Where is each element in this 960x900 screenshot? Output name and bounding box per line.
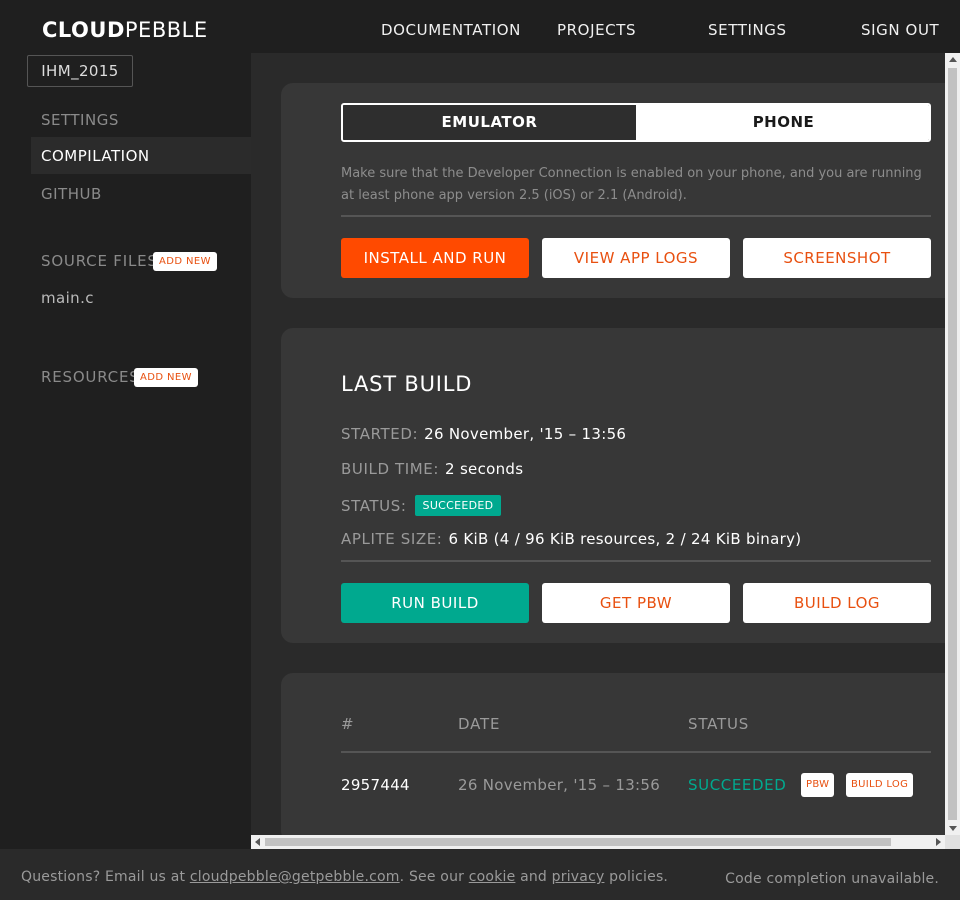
compilation-main[interactable]: EMULATOR PHONE Make sure that the Develo… bbox=[251, 53, 945, 835]
table-divider bbox=[341, 751, 931, 753]
build-started-row: STARTED: 26 November, '15 – 13:56 bbox=[341, 425, 627, 443]
row-build-log-button[interactable]: BUILD LOG bbox=[846, 773, 914, 797]
nav-documentation[interactable]: DOCUMENTATION bbox=[381, 21, 521, 39]
top-navbar: CLOUDPEBBLE DOCUMENTATION PROJECTS SETTI… bbox=[0, 0, 960, 56]
nav-settings[interactable]: SETTINGS bbox=[708, 21, 787, 39]
vertical-scrollbar[interactable] bbox=[945, 53, 960, 835]
add-source-file-button[interactable]: ADD NEW bbox=[153, 252, 217, 271]
sidebar-item-settings[interactable]: SETTINGS bbox=[41, 111, 119, 129]
status-badge: SUCCEEDED bbox=[414, 495, 502, 516]
build-date: 26 November, '15 – 13:56 bbox=[458, 776, 661, 794]
source-files-heading: SOURCE FILES bbox=[41, 252, 158, 270]
screenshot-button[interactable]: SCREENSHOT bbox=[743, 238, 931, 278]
support-email-link[interactable]: cloudpebble@getpebble.com bbox=[190, 869, 400, 885]
project-name: IHM_2015 bbox=[27, 55, 133, 87]
footer-contact-text: Questions? Email us at cloudpebble@getpe… bbox=[21, 869, 669, 885]
divider bbox=[341, 215, 931, 217]
last-build-title: LAST BUILD bbox=[341, 372, 473, 396]
scroll-down-arrow-icon[interactable] bbox=[949, 826, 957, 831]
column-header-status: STATUS bbox=[688, 715, 750, 733]
scroll-up-arrow-icon[interactable] bbox=[949, 57, 957, 62]
view-app-logs-button[interactable]: VIEW APP LOGS bbox=[542, 238, 730, 278]
cloudpebble-logo[interactable]: CLOUDPEBBLE bbox=[42, 18, 208, 42]
target-toggle: EMULATOR PHONE bbox=[341, 103, 931, 142]
add-resource-button[interactable]: ADD NEW bbox=[134, 368, 198, 387]
build-time-row: BUILD TIME: 2 seconds bbox=[341, 460, 524, 478]
build-status-row: STATUS: SUCCEEDED bbox=[341, 495, 502, 516]
column-header-date: DATE bbox=[458, 715, 501, 733]
get-pbw-button[interactable]: GET PBW bbox=[542, 583, 730, 623]
sidebar-item-github[interactable]: GITHUB bbox=[41, 185, 102, 203]
scroll-left-arrow-icon[interactable] bbox=[255, 838, 260, 846]
scroll-right-arrow-icon[interactable] bbox=[936, 838, 941, 846]
run-build-button[interactable]: RUN BUILD bbox=[341, 583, 529, 623]
build-history-panel: # DATE STATUS 2957444 26 November, '15 –… bbox=[281, 673, 945, 835]
build-status: SUCCEEDED bbox=[688, 776, 787, 794]
install-and-run-button[interactable]: INSTALL AND RUN bbox=[341, 238, 529, 278]
code-completion-status: Code completion unavailable. bbox=[725, 871, 939, 887]
column-header-id: # bbox=[341, 715, 355, 733]
footer: Questions? Email us at cloudpebble@getpe… bbox=[0, 849, 960, 900]
divider bbox=[341, 560, 931, 562]
row-pbw-button[interactable]: PBW bbox=[801, 773, 835, 797]
source-file-main-c[interactable]: main.c bbox=[41, 289, 94, 307]
emulator-tab[interactable]: EMULATOR bbox=[343, 105, 636, 140]
build-id: 2957444 bbox=[341, 776, 410, 794]
developer-connection-hint: Make sure that the Developer Connection … bbox=[341, 166, 922, 203]
build-log-button[interactable]: BUILD LOG bbox=[743, 583, 931, 623]
privacy-policy-link[interactable]: privacy bbox=[552, 869, 605, 885]
phone-tab[interactable]: PHONE bbox=[636, 105, 929, 140]
cookie-policy-link[interactable]: cookie bbox=[469, 869, 516, 885]
last-build-panel: LAST BUILD STARTED: 26 November, '15 – 13… bbox=[281, 328, 945, 643]
resources-heading: RESOURCES bbox=[41, 368, 140, 386]
nav-projects[interactable]: PROJECTS bbox=[557, 21, 636, 39]
horizontal-scroll-thumb[interactable] bbox=[265, 838, 891, 846]
scrollbar-corner bbox=[945, 835, 960, 849]
nav-sign-out[interactable]: SIGN OUT bbox=[861, 21, 939, 39]
sidebar-item-compilation[interactable]: COMPILATION bbox=[41, 147, 150, 165]
vertical-scroll-thumb[interactable] bbox=[948, 68, 957, 820]
horizontal-scrollbar[interactable] bbox=[251, 835, 945, 849]
sidebar: IHM_2015 bbox=[0, 55, 251, 856]
aplite-size-row: APLITE SIZE: 6 KiB (4 / 96 KiB resources,… bbox=[341, 530, 802, 548]
target-panel: EMULATOR PHONE Make sure that the Develo… bbox=[281, 83, 945, 298]
